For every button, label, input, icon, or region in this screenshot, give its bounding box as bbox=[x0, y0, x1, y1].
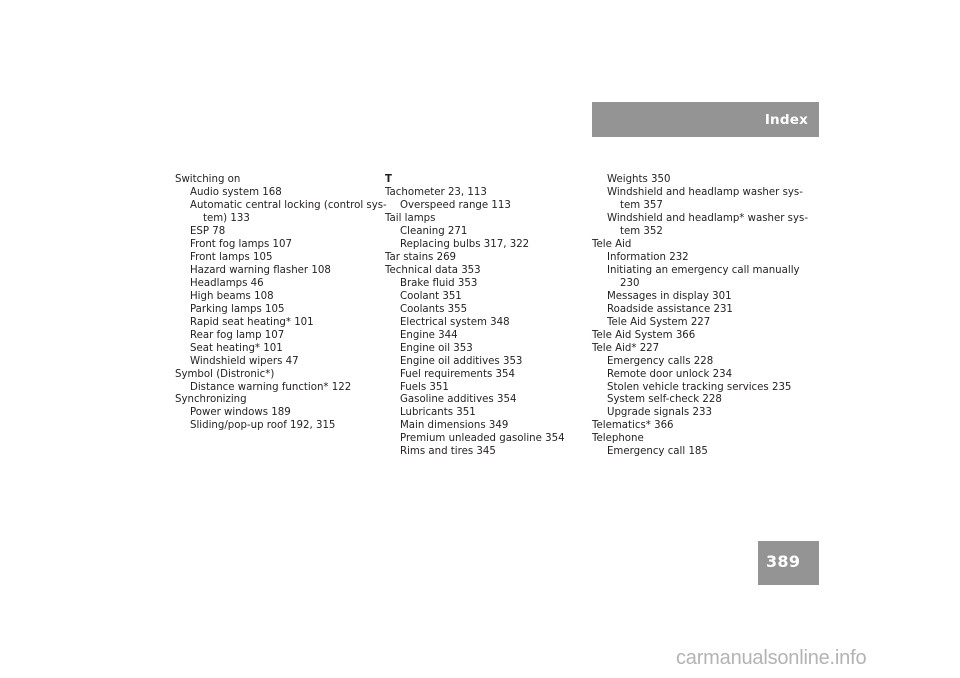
index-subentry: Gasoline additives 354 bbox=[400, 394, 517, 406]
index-subentry: Messages in display 301 bbox=[607, 290, 732, 302]
index-subentry: ESP 78 bbox=[190, 225, 226, 237]
index-subentry: tem 357 bbox=[620, 199, 663, 211]
index-subentry: Windshield and headlamp* washer sys- bbox=[607, 212, 808, 224]
index-subentry: Engine 344 bbox=[400, 329, 458, 341]
index-entry: Tar stains 269 bbox=[385, 251, 457, 263]
index-subentry: Brake fluid 353 bbox=[400, 277, 478, 289]
index-subentry: Main dimensions 349 bbox=[400, 420, 509, 432]
index-entry: Technical data 353 bbox=[385, 264, 481, 276]
index-subentry: Coolants 355 bbox=[400, 303, 468, 315]
index-subentry: High beams 108 bbox=[190, 290, 274, 302]
index-subentry: Fuels 351 bbox=[400, 381, 449, 393]
index-subentry: Lubricants 351 bbox=[400, 407, 476, 419]
index-entry: Symbol (Distronic*) bbox=[175, 368, 275, 380]
index-entry: Telematics* 366 bbox=[592, 420, 674, 432]
index-subentry: Headlamps 46 bbox=[190, 277, 264, 289]
index-letter-heading: T bbox=[385, 174, 392, 185]
index-subentry: Stolen vehicle tracking services 235 bbox=[607, 381, 792, 393]
index-subentry: Engine oil additives 353 bbox=[400, 355, 523, 367]
page-number: 389 bbox=[766, 552, 801, 571]
index-entry: Switching on bbox=[175, 174, 241, 185]
index-subentry: Electrical system 348 bbox=[400, 316, 510, 328]
index-subentry: Engine oil 353 bbox=[400, 342, 473, 354]
index-subentry: Audio system 168 bbox=[190, 186, 282, 198]
index-subentry: Emergency call 185 bbox=[607, 446, 708, 458]
index-subentry: Automatic central locking (control sys- bbox=[190, 199, 387, 211]
index-subentry: Roadside assistance 231 bbox=[607, 303, 733, 315]
index-subentry: Windshield and headlamp washer sys- bbox=[607, 186, 803, 198]
index-subentry: System self-check 228 bbox=[607, 394, 722, 406]
index-subentry: Information 232 bbox=[607, 251, 689, 263]
page-number-band: 389 bbox=[758, 541, 819, 585]
index-subentry: Parking lamps 105 bbox=[190, 303, 285, 315]
index-subentry: Replacing bulbs 317, 322 bbox=[400, 238, 530, 250]
index-subentry: Windshield wipers 47 bbox=[190, 355, 299, 367]
index-subentry: 230 bbox=[620, 277, 640, 289]
index-column-2: T Tachometer 23, 113 Overspeed range 113 Ta… bbox=[385, 174, 585, 459]
index-subentry: Rims and tires 345 bbox=[400, 446, 496, 458]
index-subentry: Upgrade signals 233 bbox=[607, 407, 712, 419]
index-subentry: Coolant 351 bbox=[400, 290, 462, 302]
index-subentry: Tele Aid System 227 bbox=[607, 316, 711, 328]
index-subentry: Emergency calls 228 bbox=[607, 355, 714, 367]
index-subentry: Rear fog lamp 107 bbox=[190, 329, 285, 341]
index-subentry: tem) 133 bbox=[203, 212, 250, 224]
index-subentry: Weights 350 bbox=[607, 174, 671, 185]
index-subentry: Distance warning function* 122 bbox=[190, 381, 352, 393]
index-subentry: tem 352 bbox=[620, 225, 663, 237]
index-subentry: Initiating an emergency call manually bbox=[607, 264, 800, 276]
index-entry: Tele Aid* 227 bbox=[592, 342, 660, 354]
index-subentry: Overspeed range 113 bbox=[400, 199, 511, 211]
index-subentry: Hazard warning flasher 108 bbox=[190, 264, 331, 276]
watermark-text: carmanualsonline.info bbox=[676, 647, 867, 669]
index-entry: Tele Aid bbox=[592, 238, 632, 250]
index-entry: Tachometer 23, 113 bbox=[385, 186, 487, 198]
header-band: Index bbox=[592, 102, 819, 137]
index-subentry: Seat heating* 101 bbox=[190, 342, 283, 354]
index-subentry: Sliding/pop-up roof 192, 315 bbox=[190, 420, 336, 432]
index-subentry: Rapid seat heating* 101 bbox=[190, 316, 314, 328]
index-column-3: Weights 350 Windshield and headlamp washe… bbox=[592, 174, 808, 459]
index-subentry: Cleaning 271 bbox=[400, 225, 468, 237]
index-entry: Tele Aid System 366 bbox=[592, 329, 696, 341]
page-title: Index bbox=[764, 112, 808, 128]
index-entry: Telephone bbox=[592, 433, 644, 445]
index-subentry: Front fog lamps 107 bbox=[190, 238, 292, 250]
index-subentry: Front lamps 105 bbox=[190, 251, 273, 263]
index-subentry: Fuel requirements 354 bbox=[400, 368, 515, 380]
index-entry: Tail lamps bbox=[385, 212, 436, 224]
index-subentry: Remote door unlock 234 bbox=[607, 368, 733, 380]
index-column-1: Switching on Audio system 168 Automatic ce… bbox=[175, 174, 387, 433]
index-subentry: Power windows 189 bbox=[190, 407, 291, 419]
index-entry: Synchronizing bbox=[175, 394, 247, 406]
index-subentry: Premium unleaded gasoline 354 bbox=[400, 433, 565, 445]
